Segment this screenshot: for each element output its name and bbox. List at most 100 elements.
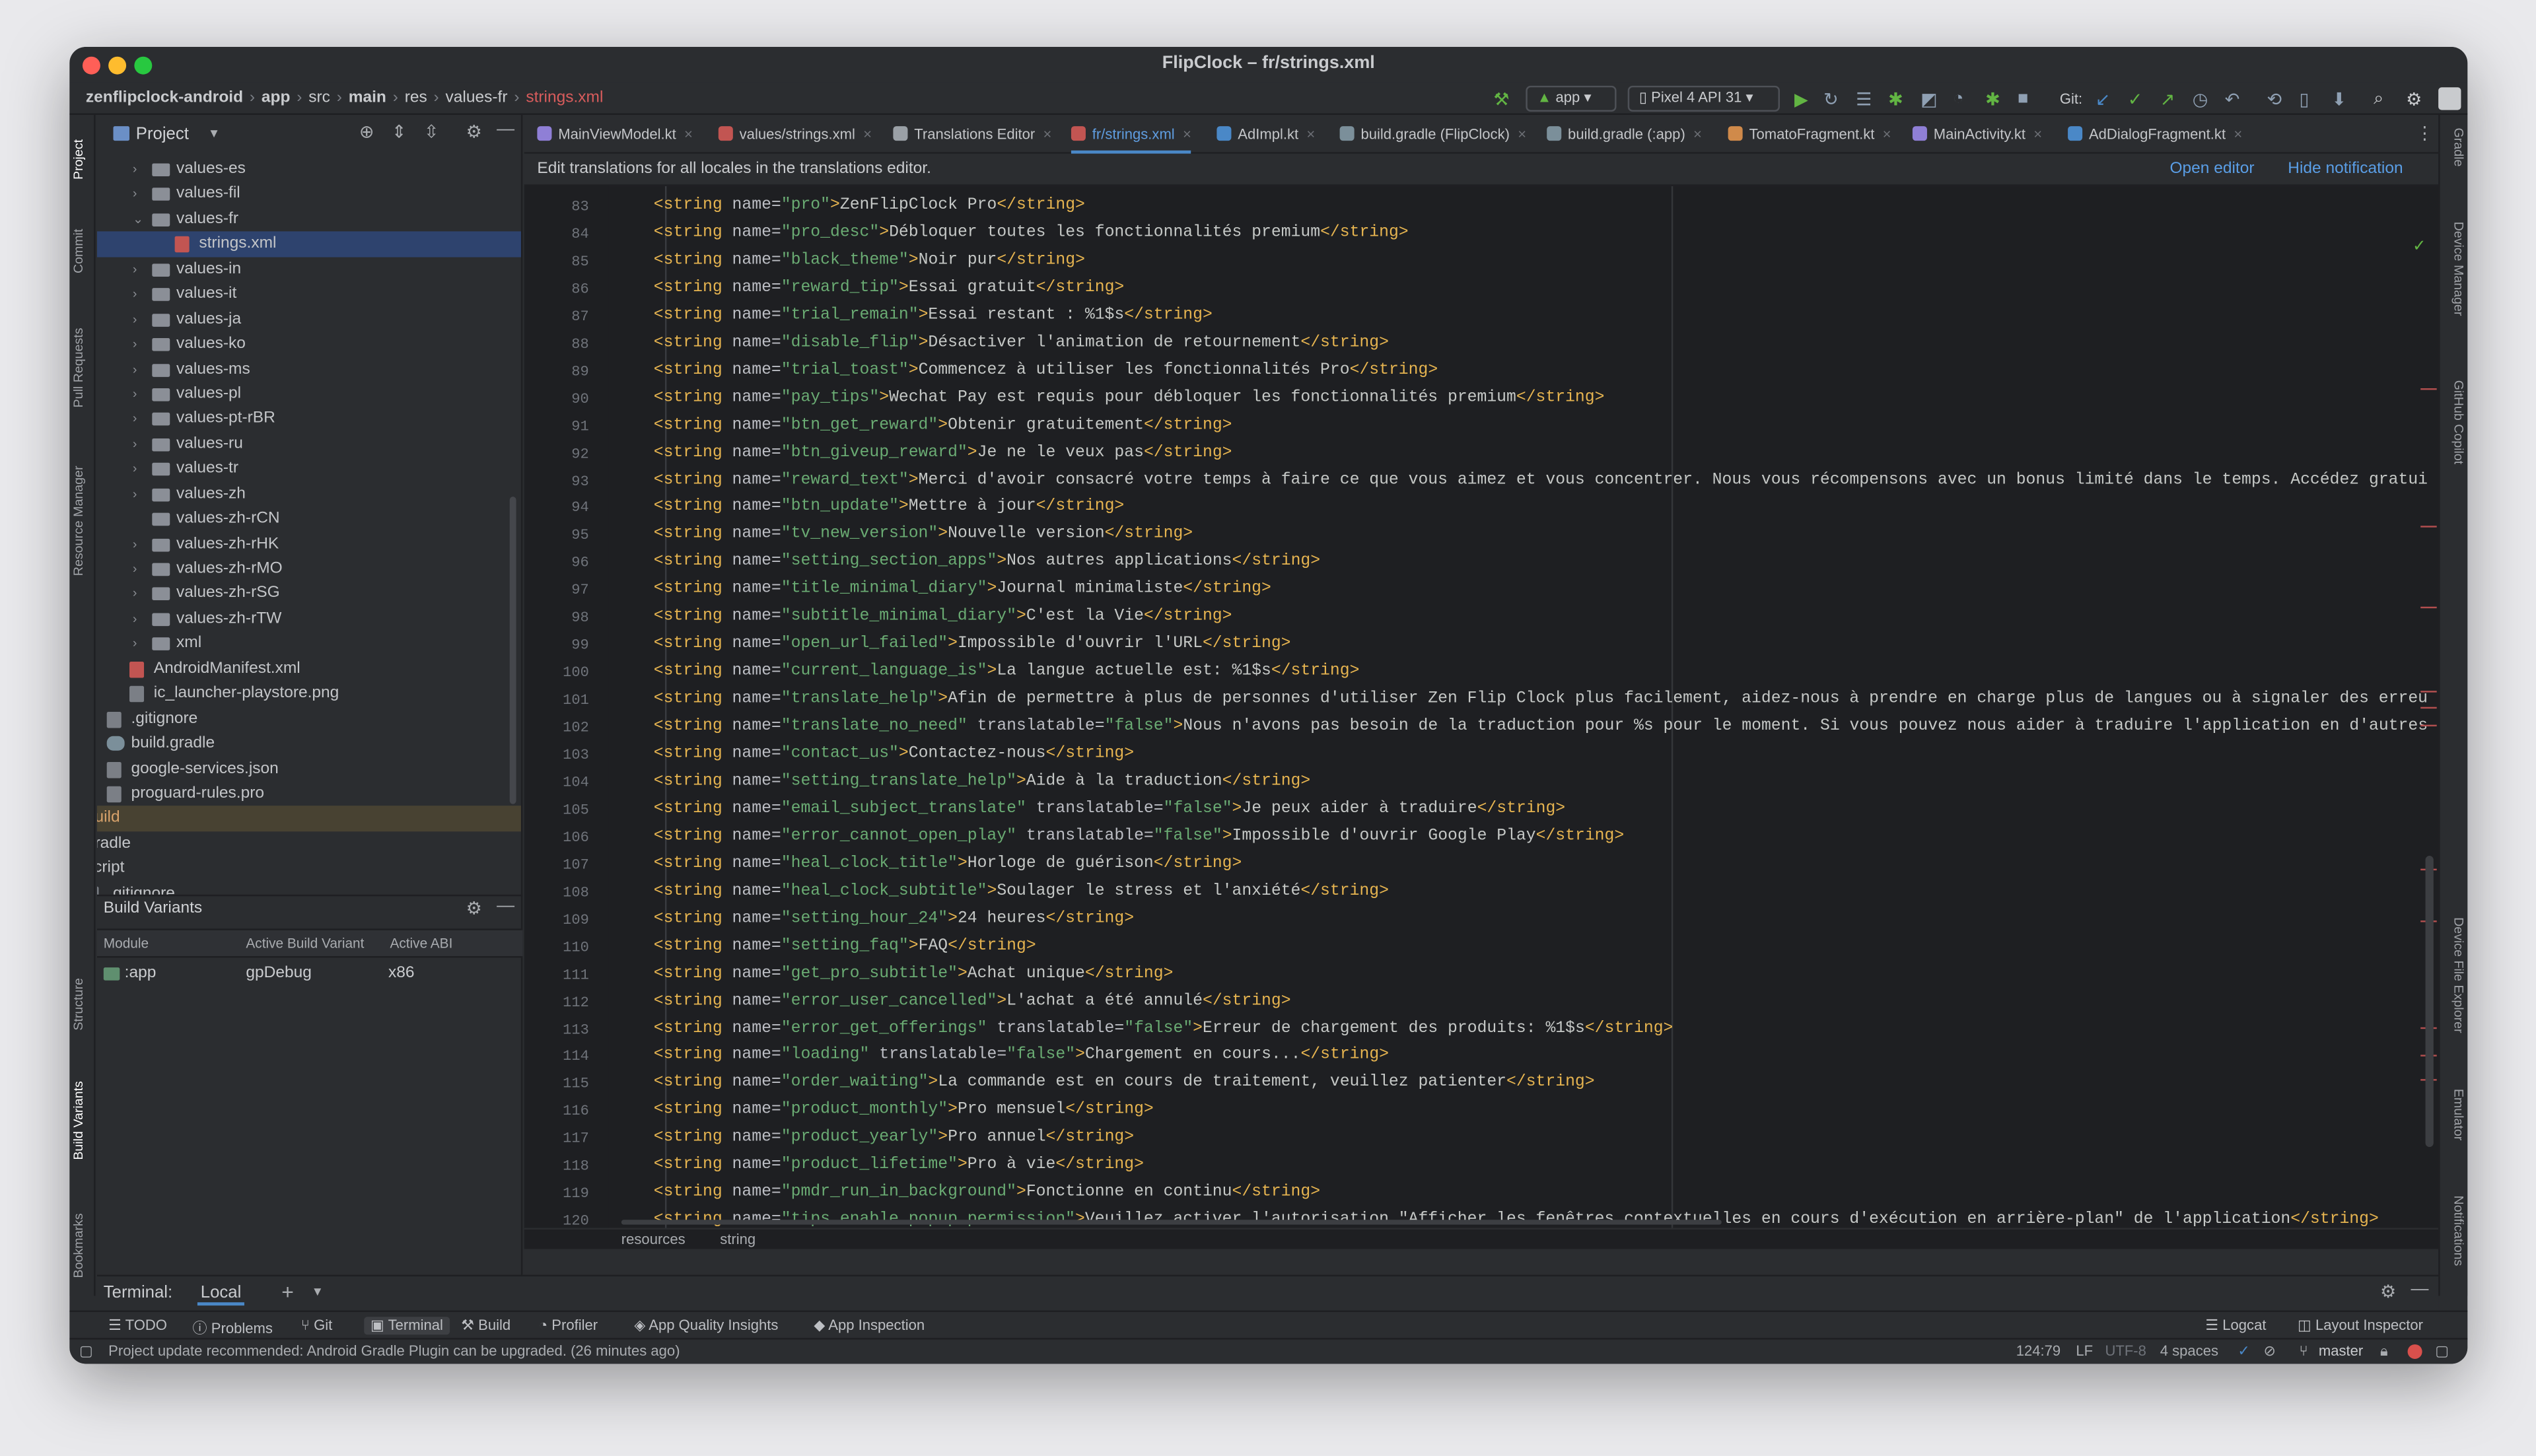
code-area[interactable]: <string name="pro">ZenFlipClock Pro</str… (608, 186, 2428, 1228)
panel-gear-icon[interactable]: ⚙ (466, 121, 482, 142)
tree-item[interactable]: › values-it (97, 282, 521, 307)
tool-button-build[interactable]: ⚒ Build (461, 1317, 511, 1335)
code-line[interactable]: <string name="pro_desc">Débloquer toutes… (654, 225, 1409, 242)
code-line[interactable]: <string name="order_waiting">La commande… (654, 1075, 1595, 1093)
editor-horizontal-scrollbar[interactable] (621, 1218, 2418, 1225)
column-active-build-variant[interactable]: Active Build Variant (246, 935, 364, 952)
tool-window-device-file-explorer[interactable]: Device File Explorer (2444, 917, 2466, 1072)
breadcrumb-file[interactable]: strings.xml (526, 89, 603, 107)
breadcrumb-main[interactable]: main (349, 89, 386, 107)
code-line[interactable]: <string name="tv_new_version">Nouvelle v… (654, 526, 1193, 544)
tool-button-problems[interactable]: ⓘ Problems (193, 1317, 273, 1338)
code-line[interactable]: <string name="heal_clock_title">Horloge … (654, 856, 1242, 874)
more-tabs-icon[interactable]: ⋮ (2416, 123, 2434, 144)
chevron-right-icon[interactable]: › (133, 257, 146, 282)
tree-item[interactable]: › values-zh-rSG (97, 582, 521, 607)
chevron-right-icon[interactable]: › (133, 557, 146, 582)
debug-icon[interactable]: ✱ (1888, 89, 1903, 110)
tree-item[interactable]: › values-fil (97, 182, 521, 207)
close-tab-icon[interactable]: × (2234, 126, 2242, 143)
close-tab-icon[interactable]: × (1183, 126, 1191, 143)
code-line[interactable]: <string name="translate_no_need" transla… (654, 718, 2429, 736)
tool-button-layout-inspector[interactable]: ◫ Layout Inspector (2298, 1317, 2423, 1335)
close-tab-icon[interactable]: × (684, 126, 693, 143)
chevron-right-icon[interactable]: › (133, 282, 146, 307)
stop-icon[interactable]: ■ (2018, 89, 2028, 108)
apply-changes-icon[interactable]: ☰ (1856, 89, 1872, 110)
tree-item[interactable]: ›build (97, 806, 521, 831)
run-config-select[interactable]: ▲ app ▾ (1526, 85, 1617, 112)
git-branch[interactable]: master (2319, 1343, 2363, 1360)
tree-item[interactable]: › values-ru (97, 432, 521, 457)
code-line[interactable]: <string name="setting_faq">FAQ</string> (654, 938, 1036, 955)
code-line[interactable]: <string name="error_get_offerings" trans… (654, 1020, 1673, 1038)
sdk-manager-icon[interactable]: ⬇ (2331, 89, 2346, 110)
line-separator[interactable]: LF (2076, 1343, 2093, 1360)
tree-item[interactable]: strings.xml (97, 232, 521, 257)
code-line[interactable]: <string name="reward_text">Merci d'avoir… (654, 471, 2429, 489)
tool-window-resource-manager[interactable]: Resource Manager (71, 448, 94, 594)
chevron-down-icon[interactable]: ⌄ (133, 207, 146, 232)
tab-mainviewmodel-kt[interactable]: MainViewModel.kt × (537, 115, 693, 154)
code-line[interactable]: <string name="product_lifetime">Pro à vi… (654, 1157, 1144, 1175)
tool-button-app-quality-insights[interactable]: ◈ App Quality Insights (634, 1317, 778, 1335)
tool-button-profiler[interactable]: ◔ Profiler (539, 1317, 598, 1333)
column-module[interactable]: Module (104, 935, 149, 952)
tree-item[interactable]: › values-tr (97, 457, 521, 482)
terminal-tab-local[interactable]: Local (197, 1283, 245, 1306)
power-save-icon[interactable]: ⊘ (2264, 1343, 2276, 1361)
chevron-right-icon[interactable]: › (133, 582, 146, 607)
close-tab-icon[interactable]: × (1518, 126, 1526, 143)
close-tab-icon[interactable]: × (1043, 126, 1052, 143)
tool-button-logcat[interactable]: ☰ Logcat (2205, 1317, 2266, 1335)
tree-scrollbar[interactable] (509, 497, 516, 804)
tree-item[interactable]: › xml (97, 631, 521, 656)
tree-item[interactable]: google-services.json (97, 756, 521, 781)
error-stripe-mark[interactable] (2420, 724, 2437, 727)
copilot-status-icon[interactable]: ✓ (2237, 1343, 2249, 1361)
error-stripe-mark[interactable] (2420, 606, 2437, 609)
breadcrumb-values-fr[interactable]: values-fr (446, 89, 508, 107)
error-stripe-mark[interactable] (2420, 388, 2437, 390)
code-line[interactable]: <string name="pro">ZenFlipClock Pro</str… (654, 197, 1085, 215)
tree-item[interactable]: › values-ja (97, 307, 521, 332)
tool-button-app-inspection[interactable]: ◆ App Inspection (814, 1317, 925, 1335)
tool-window-commit[interactable]: Commit (71, 215, 94, 287)
hide-notification-link[interactable]: Hide notification (2288, 160, 2403, 178)
code-line[interactable]: <string name="product_yearly">Pro annuel… (654, 1130, 1134, 1148)
tool-window-structure[interactable]: Structure (71, 959, 94, 1050)
tree-item[interactable]: › values-zh-rTW (97, 606, 521, 631)
build-variants-hide-icon[interactable]: — (497, 896, 514, 915)
indent-setting[interactable]: 4 spaces (2160, 1343, 2218, 1360)
code-line[interactable]: <string name="reward_tip">Essai gratuit<… (654, 279, 1124, 297)
close-tab-icon[interactable]: × (1883, 126, 1891, 143)
tree-item[interactable]: › values-zh-rMO (97, 557, 521, 582)
tool-window-notifications[interactable]: Notifications (2444, 1196, 2466, 1300)
breadcrumb-src[interactable]: src (308, 89, 330, 107)
locate-icon[interactable]: ⊕ (359, 121, 374, 142)
tree-item[interactable]: › values-ms (97, 357, 521, 382)
breadcrumb-res[interactable]: res (405, 89, 427, 107)
build-variants-gear-icon[interactable]: ⚙ (466, 898, 482, 919)
run-icon[interactable]: ▶ (1794, 89, 1808, 110)
tree-item[interactable]: ›gradle (97, 831, 521, 856)
build-variant-row[interactable]: :app gpDebug x86 (97, 959, 522, 988)
chevron-right-icon[interactable]: › (133, 457, 146, 482)
close-tab-icon[interactable]: × (863, 126, 872, 143)
profile-icon[interactable]: ◔ (1953, 89, 1963, 108)
code-line[interactable]: <string name="disable_flip">Désactiver l… (654, 335, 1389, 353)
chevron-right-icon[interactable]: › (133, 157, 146, 182)
code-line[interactable]: <string name="pay_tips">Wechat Pay est r… (654, 390, 1605, 407)
git-push-icon[interactable]: ↗ (2160, 89, 2175, 110)
code-line[interactable]: <string name="subtitle_minimal_diary">C'… (654, 609, 1232, 627)
tool-button-git[interactable]: ⑂ Git (301, 1317, 333, 1333)
caret-position[interactable]: 124:79 (2016, 1343, 2060, 1360)
hammer-icon[interactable]: ⚒ (1493, 89, 1509, 110)
open-editor-link[interactable]: Open editor (2169, 160, 2254, 178)
code-line[interactable]: <string name="title_minimal_diary">Journ… (654, 581, 1271, 599)
chevron-right-icon[interactable]: › (133, 481, 146, 506)
tree-item[interactable]: values-zh-rCN (97, 506, 521, 532)
chevron-right-icon[interactable]: › (133, 432, 146, 457)
terminal-hide-icon[interactable]: — (2411, 1280, 2429, 1299)
column-active-abi[interactable]: Active ABI (390, 935, 452, 952)
